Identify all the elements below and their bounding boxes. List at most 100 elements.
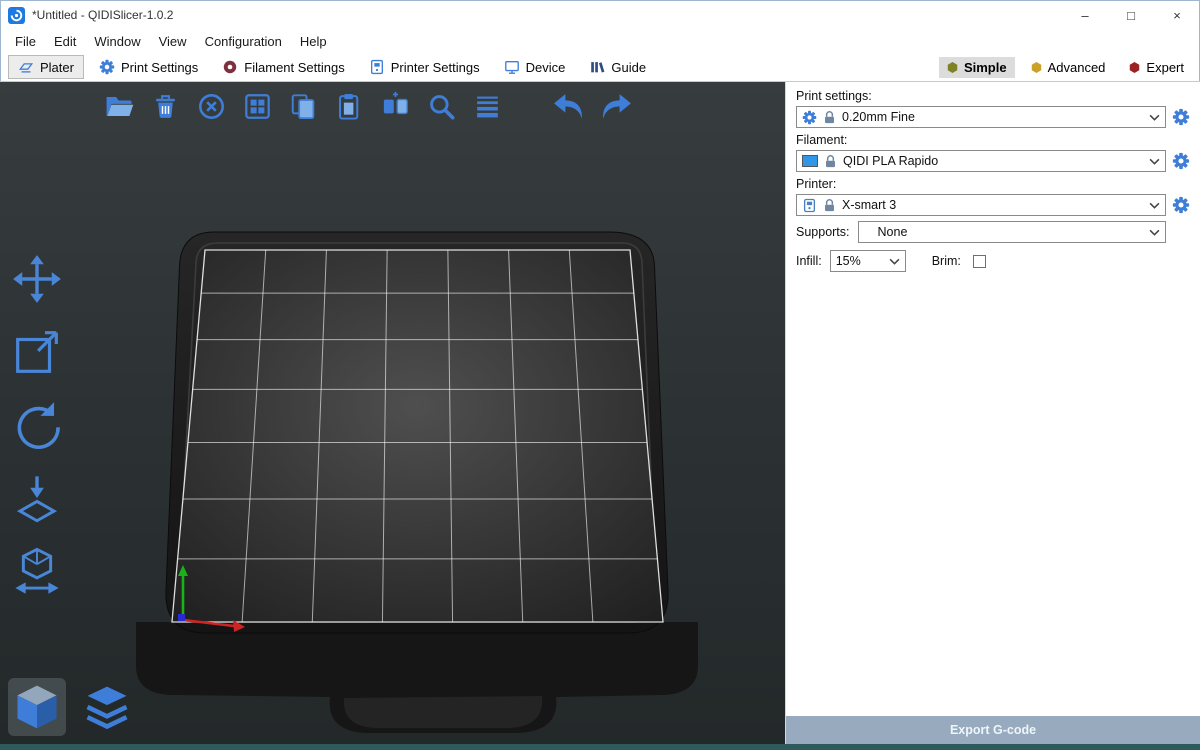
- menu-window[interactable]: Window: [85, 32, 149, 51]
- mode-switcher: Simple Advanced Expert: [939, 57, 1192, 78]
- tab-printer-settings-label: Printer Settings: [391, 60, 480, 75]
- menubar: File Edit Window View Configuration Help: [0, 30, 1200, 53]
- filament-color-swatch: [802, 155, 818, 167]
- mode-simple[interactable]: Simple: [939, 57, 1015, 78]
- print-settings-edit-button[interactable]: [1172, 108, 1190, 126]
- gizmo-toolbar: [8, 250, 66, 600]
- menu-view[interactable]: View: [150, 32, 196, 51]
- supports-label: Supports:: [796, 225, 850, 239]
- mode-simple-label: Simple: [964, 60, 1007, 75]
- printer-label: Printer:: [796, 177, 1190, 191]
- bed-handle: [344, 696, 542, 728]
- split-button[interactable]: [376, 87, 414, 125]
- tab-device[interactable]: Device: [495, 56, 575, 78]
- tab-plater-label: Plater: [40, 60, 74, 75]
- view-switcher: [8, 678, 136, 736]
- print-bed: [0, 82, 785, 744]
- printer-combo[interactable]: X-smart 3: [796, 194, 1166, 216]
- scale-tool-button[interactable]: [8, 323, 66, 381]
- 3d-editor-view-button[interactable]: [8, 678, 66, 736]
- printer-icon: [369, 59, 385, 75]
- chevron-down-icon: [1149, 158, 1160, 165]
- mode-advanced[interactable]: Advanced: [1023, 57, 1114, 78]
- mode-advanced-label: Advanced: [1048, 60, 1106, 75]
- supports-combo[interactable]: None: [858, 221, 1166, 243]
- filament-combo[interactable]: QIDI PLA Rapido: [796, 150, 1166, 172]
- mode-expert-label: Expert: [1146, 60, 1184, 75]
- chevron-down-icon: [1149, 114, 1160, 121]
- qidislicer-window: *Untitled - QIDISlicer-1.0.2 – □ × File …: [0, 0, 1200, 750]
- search-button[interactable]: [422, 87, 460, 125]
- redo-button[interactable]: [596, 87, 634, 125]
- infill-label: Infill:: [796, 254, 822, 268]
- chevron-down-icon: [1149, 229, 1160, 236]
- brim-checkbox[interactable]: [973, 255, 986, 268]
- rotate-tool-button[interactable]: [8, 396, 66, 454]
- close-button[interactable]: ×: [1154, 0, 1200, 30]
- printer-value: X-smart 3: [842, 198, 1144, 212]
- lock-icon: [823, 154, 838, 169]
- gear-icon: [99, 59, 115, 75]
- filament-value: QIDI PLA Rapido: [843, 154, 1144, 168]
- filament-edit-button[interactable]: [1172, 152, 1190, 170]
- menu-help[interactable]: Help: [291, 32, 336, 51]
- paste-button[interactable]: [330, 87, 368, 125]
- print-settings-value: 0.20mm Fine: [842, 110, 1144, 124]
- guide-icon: [589, 59, 605, 75]
- layer-height-button[interactable]: [468, 87, 506, 125]
- infill-value: 15%: [836, 254, 884, 268]
- export-gcode-button[interactable]: Export G-code: [786, 716, 1200, 744]
- simple-mode-dot-icon: [947, 62, 958, 73]
- open-button[interactable]: [100, 87, 138, 125]
- gear-icon: [802, 110, 817, 125]
- tabbar: Plater Print Settings Filament Settings …: [0, 53, 1200, 82]
- mode-expert[interactable]: Expert: [1121, 57, 1192, 78]
- minimize-button[interactable]: –: [1062, 0, 1108, 30]
- lock-icon: [822, 110, 837, 125]
- delete-button[interactable]: [146, 87, 184, 125]
- menu-edit[interactable]: Edit: [45, 32, 85, 51]
- expert-mode-dot-icon: [1129, 62, 1140, 73]
- tab-guide-label: Guide: [611, 60, 646, 75]
- tab-printer-settings[interactable]: Printer Settings: [360, 56, 489, 78]
- preview-view-button[interactable]: [78, 678, 136, 736]
- maximize-button[interactable]: □: [1108, 0, 1154, 30]
- undo-button[interactable]: [550, 87, 588, 125]
- print-settings-combo[interactable]: 0.20mm Fine: [796, 106, 1166, 128]
- filament-label: Filament:: [796, 133, 1190, 147]
- printer-icon: [802, 198, 817, 213]
- tab-device-label: Device: [526, 60, 566, 75]
- place-on-face-tool-button[interactable]: [8, 469, 66, 527]
- viewport-3d[interactable]: [0, 82, 785, 744]
- arrange-button[interactable]: [238, 87, 276, 125]
- copy-button[interactable]: [284, 87, 322, 125]
- advanced-mode-dot-icon: [1031, 62, 1042, 73]
- printer-edit-button[interactable]: [1172, 196, 1190, 214]
- window-bottom-edge: [0, 744, 1200, 750]
- tab-filament-settings[interactable]: Filament Settings: [213, 56, 353, 78]
- menu-configuration[interactable]: Configuration: [196, 32, 291, 51]
- tab-guide[interactable]: Guide: [580, 56, 655, 78]
- tab-print-settings-label: Print Settings: [121, 60, 198, 75]
- settings-sidebar: Print settings: 0.20mm Fine: [785, 82, 1200, 744]
- tab-filament-settings-label: Filament Settings: [244, 60, 344, 75]
- delete-all-button[interactable]: [192, 87, 230, 125]
- titlebar: *Untitled - QIDISlicer-1.0.2 – □ ×: [0, 0, 1200, 30]
- brim-label: Brim:: [932, 254, 961, 268]
- supports-value: None: [864, 225, 1144, 239]
- chevron-down-icon: [1149, 202, 1160, 209]
- device-icon: [504, 59, 520, 75]
- filament-icon: [222, 59, 238, 75]
- mirror-tool-button[interactable]: [8, 542, 66, 600]
- app-logo-icon: [8, 7, 25, 24]
- tab-plater[interactable]: Plater: [8, 55, 84, 79]
- chevron-down-icon: [889, 258, 900, 265]
- menu-file[interactable]: File: [6, 32, 45, 51]
- viewport-toolbar: [100, 87, 642, 125]
- print-settings-label: Print settings:: [796, 89, 1190, 103]
- plater-icon: [18, 59, 34, 75]
- infill-combo[interactable]: 15%: [830, 250, 906, 272]
- move-tool-button[interactable]: [8, 250, 66, 308]
- tab-print-settings[interactable]: Print Settings: [90, 56, 207, 78]
- lock-icon: [822, 198, 837, 213]
